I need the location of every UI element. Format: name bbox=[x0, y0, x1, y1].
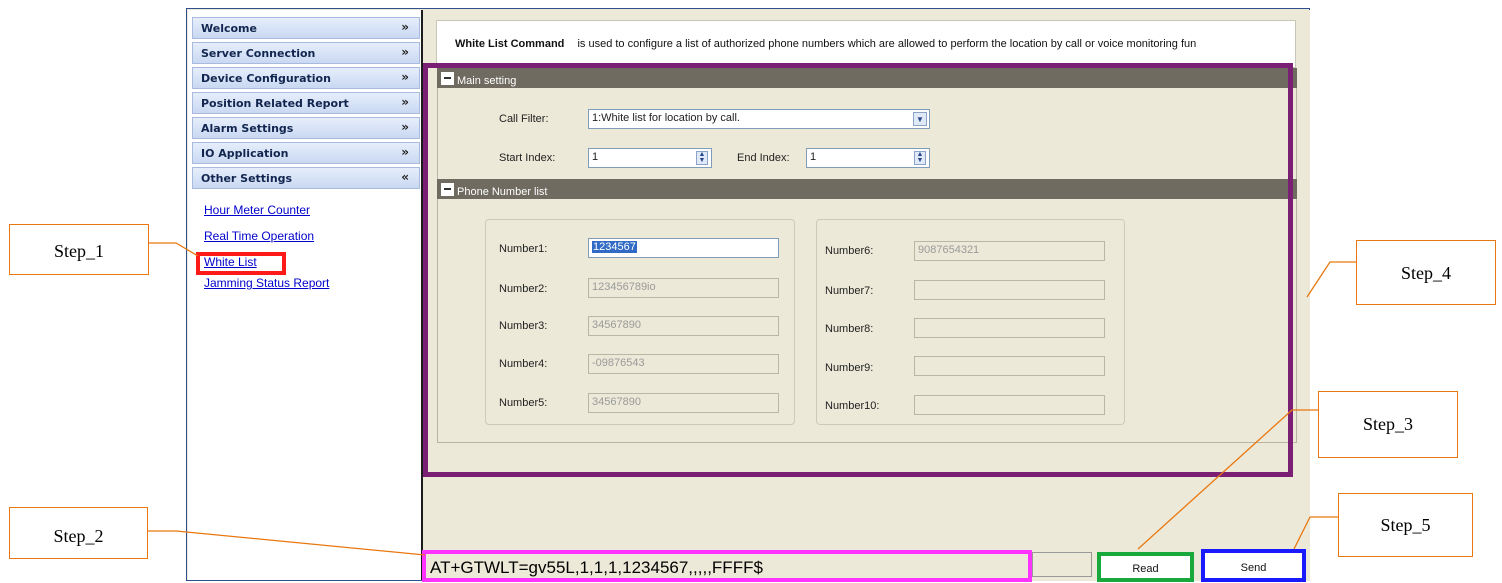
step4-callout: Step_4 bbox=[1356, 240, 1496, 305]
step3-callout-line bbox=[1137, 409, 1318, 550]
step1-callout: Step_1 bbox=[9, 224, 149, 275]
step2-callout-line bbox=[148, 530, 426, 556]
step4-callout-line bbox=[1306, 261, 1356, 298]
step3-callout: Step_3 bbox=[1318, 391, 1458, 458]
step2-callout: Step_2 bbox=[9, 507, 148, 559]
step1-callout-line bbox=[149, 242, 199, 257]
callout-lines bbox=[148, 242, 1356, 556]
step5-callout-line bbox=[1293, 516, 1338, 550]
step5-callout: Step_5 bbox=[1338, 493, 1473, 557]
